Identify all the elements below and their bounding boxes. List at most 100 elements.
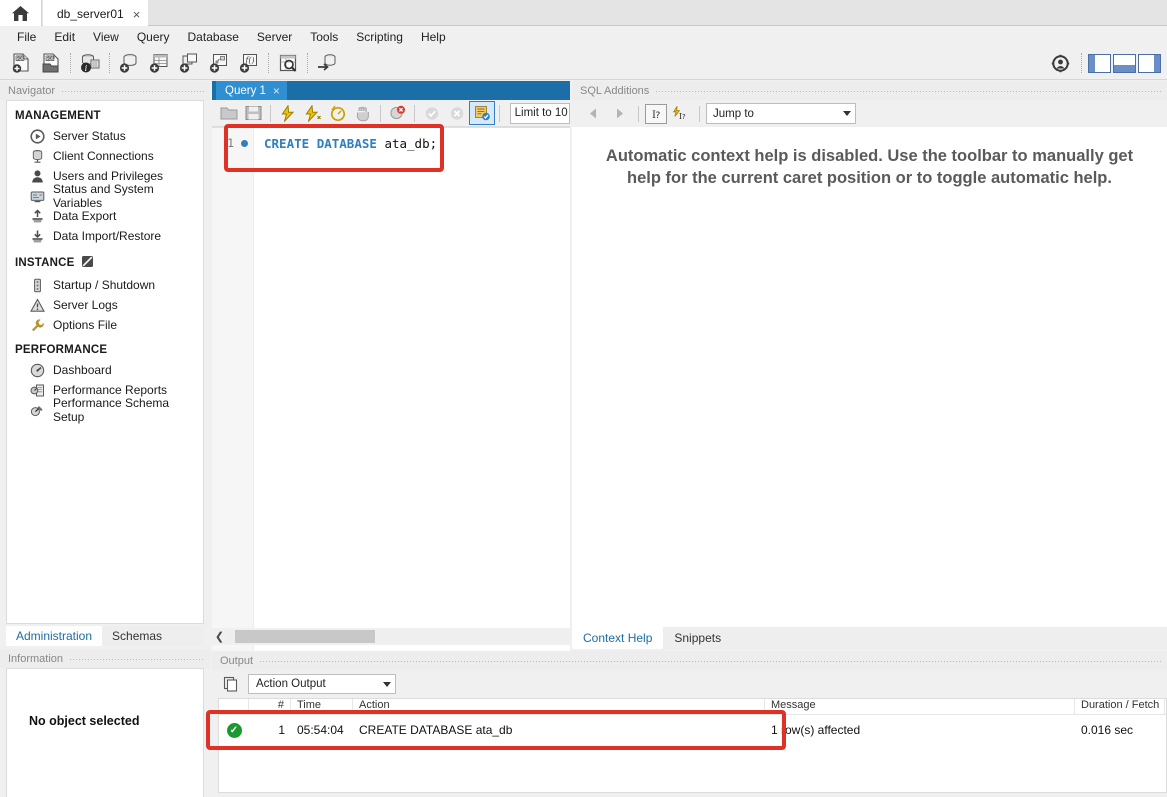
tab-schemas[interactable]: Schemas bbox=[102, 626, 172, 646]
toggle-output-icon[interactable] bbox=[1113, 54, 1136, 73]
context-help-icon[interactable]: I? bbox=[645, 104, 667, 124]
sidebar-item-label: Options File bbox=[53, 318, 117, 332]
header-dots bbox=[259, 657, 1161, 664]
header-dots bbox=[69, 655, 204, 662]
svg-text:SQL: SQL bbox=[15, 56, 25, 62]
information-panel: Information No object selected bbox=[0, 649, 210, 797]
home-tab[interactable] bbox=[0, 0, 42, 26]
open-script-icon[interactable] bbox=[216, 101, 241, 125]
cell-action: CREATE DATABASE ata_db bbox=[353, 723, 765, 737]
execute-current-statement-icon[interactable] bbox=[300, 101, 325, 125]
reconnect-server-icon[interactable] bbox=[312, 49, 342, 77]
cell-number: 1 bbox=[249, 723, 291, 737]
scrollbar-track[interactable] bbox=[227, 630, 570, 643]
menu-help[interactable]: Help bbox=[412, 28, 455, 46]
close-icon[interactable]: × bbox=[273, 84, 280, 98]
new-table-icon[interactable] bbox=[144, 49, 174, 77]
new-sql-tab-icon[interactable]: SQL bbox=[6, 49, 36, 77]
toggle-autocommit-icon[interactable] bbox=[469, 101, 494, 125]
sidebar-item-options-file[interactable]: Options File bbox=[7, 315, 203, 335]
query-toolbar: Limit to 10 bbox=[212, 100, 570, 127]
jump-to-dropdown[interactable]: Jump to bbox=[706, 103, 856, 124]
back-arrow-icon[interactable] bbox=[580, 103, 606, 125]
toggle-stop-on-error-icon[interactable] bbox=[385, 101, 410, 125]
gear-settings-icon[interactable] bbox=[1045, 49, 1075, 77]
row-limit-selector[interactable]: Limit to 10 bbox=[510, 103, 570, 124]
sql-code-editor[interactable]: 1 CREATE DATABASE ata_db; bbox=[212, 127, 570, 709]
cell-duration: 0.016 sec bbox=[1075, 723, 1165, 737]
new-procedure-icon[interactable] bbox=[204, 49, 234, 77]
sidebar-item-startup-shutdown[interactable]: Startup / Shutdown bbox=[7, 275, 203, 295]
code-text: CREATE DATABASE ata_db; bbox=[254, 136, 437, 151]
toggle-secondary-sidebar-icon[interactable] bbox=[1138, 54, 1161, 73]
sidebar-item-label: Data Import/Restore bbox=[53, 229, 161, 243]
inspector-icon[interactable]: i bbox=[75, 49, 105, 77]
sql-additions-tabs: Context Help Snippets bbox=[572, 627, 1167, 649]
sidebar-item-status-and-system-variables[interactable]: Status and System Variables bbox=[7, 186, 203, 206]
navigator-panel: Navigator MANAGEMENT Server Status Clien… bbox=[0, 81, 210, 797]
forward-arrow-icon[interactable] bbox=[606, 103, 632, 125]
connection-tab-db_server01[interactable]: db_server01 × bbox=[43, 0, 148, 26]
menu-server[interactable]: Server bbox=[248, 28, 301, 46]
sidebar-item-label: Dashboard bbox=[53, 363, 112, 377]
sidebar-item-performance-schema-setup[interactable]: Performance Schema Setup bbox=[7, 400, 203, 420]
toggle-sidebar-icon[interactable] bbox=[1088, 54, 1111, 73]
sidebar-item-dashboard[interactable]: Dashboard bbox=[7, 360, 203, 380]
sql-additions-header-label: SQL Additions bbox=[580, 85, 649, 97]
sidebar-item-data-import-restore[interactable]: Data Import/Restore bbox=[7, 226, 203, 246]
execute-statement-icon[interactable] bbox=[275, 101, 300, 125]
new-function-icon[interactable]: f() bbox=[234, 49, 264, 77]
menu-file[interactable]: File bbox=[8, 28, 45, 46]
copy-icon[interactable] bbox=[220, 674, 242, 694]
scrollbar-thumb[interactable] bbox=[235, 630, 375, 643]
navigator-group-management: MANAGEMENT bbox=[7, 101, 203, 126]
open-sql-script-icon[interactable]: SQL bbox=[36, 49, 66, 77]
column-header-message[interactable]: Message bbox=[765, 699, 1075, 714]
svg-text:?: ? bbox=[656, 111, 661, 121]
startup-shutdown-icon bbox=[29, 277, 45, 293]
scroll-left-icon[interactable]: ❮ bbox=[212, 630, 227, 643]
server-status-icon bbox=[29, 128, 45, 144]
tab-administration[interactable]: Administration bbox=[6, 626, 102, 646]
sidebar-item-server-status[interactable]: Server Status bbox=[7, 126, 203, 146]
menu-bar: File Edit View Query Database Server Too… bbox=[0, 26, 1167, 47]
output-view-selector[interactable]: Action Output bbox=[248, 674, 396, 694]
column-header-number[interactable]: # bbox=[249, 699, 291, 714]
statement-marker-icon[interactable] bbox=[234, 140, 254, 147]
data-export-icon bbox=[29, 208, 45, 224]
svg-text:SQL: SQL bbox=[45, 56, 55, 62]
column-header-action[interactable]: Action bbox=[353, 699, 765, 714]
commit-transaction-icon[interactable] bbox=[419, 101, 444, 125]
save-script-icon[interactable] bbox=[241, 101, 266, 125]
information-body: No object selected bbox=[6, 668, 204, 797]
sidebar-item-label: Users and Privileges bbox=[53, 169, 163, 183]
table-row[interactable]: ✓ 1 05:54:04 CREATE DATABASE ata_db 1 ro… bbox=[219, 715, 1166, 745]
menu-scripting[interactable]: Scripting bbox=[347, 28, 412, 46]
tab-snippets[interactable]: Snippets bbox=[663, 627, 732, 649]
new-view-icon[interactable] bbox=[174, 49, 204, 77]
menu-query[interactable]: Query bbox=[128, 28, 179, 46]
column-header-duration[interactable]: Duration / Fetch bbox=[1075, 699, 1165, 714]
explain-statement-icon[interactable] bbox=[326, 101, 351, 125]
rollback-transaction-icon[interactable] bbox=[444, 101, 469, 125]
column-header-time[interactable]: Time bbox=[291, 699, 353, 714]
sidebar-item-client-connections[interactable]: Client Connections bbox=[7, 146, 203, 166]
context-help-message: Automatic context help is disabled. Use … bbox=[572, 127, 1167, 190]
menu-view[interactable]: View bbox=[84, 28, 128, 46]
output-header: Output bbox=[212, 651, 1167, 670]
menu-tools[interactable]: Tools bbox=[301, 28, 347, 46]
mysql-workbench-window: db_server01 × File Edit View Query Datab… bbox=[0, 0, 1167, 797]
cell-time: 05:54:04 bbox=[291, 723, 353, 737]
tab-context-help[interactable]: Context Help bbox=[572, 627, 663, 649]
menu-edit[interactable]: Edit bbox=[45, 28, 84, 46]
search-data-icon[interactable] bbox=[273, 49, 303, 77]
sidebar-item-server-logs[interactable]: Server Logs bbox=[7, 295, 203, 315]
column-header-status bbox=[219, 699, 249, 714]
new-schema-icon[interactable] bbox=[114, 49, 144, 77]
tab-query-1[interactable]: Query 1 × bbox=[216, 81, 287, 100]
close-icon[interactable]: × bbox=[133, 8, 141, 21]
editor-horizontal-scrollbar[interactable]: ❮ bbox=[212, 628, 570, 645]
stop-execution-icon[interactable] bbox=[351, 101, 376, 125]
auto-context-help-icon[interactable]: I? bbox=[667, 103, 693, 125]
menu-database[interactable]: Database bbox=[179, 28, 248, 46]
